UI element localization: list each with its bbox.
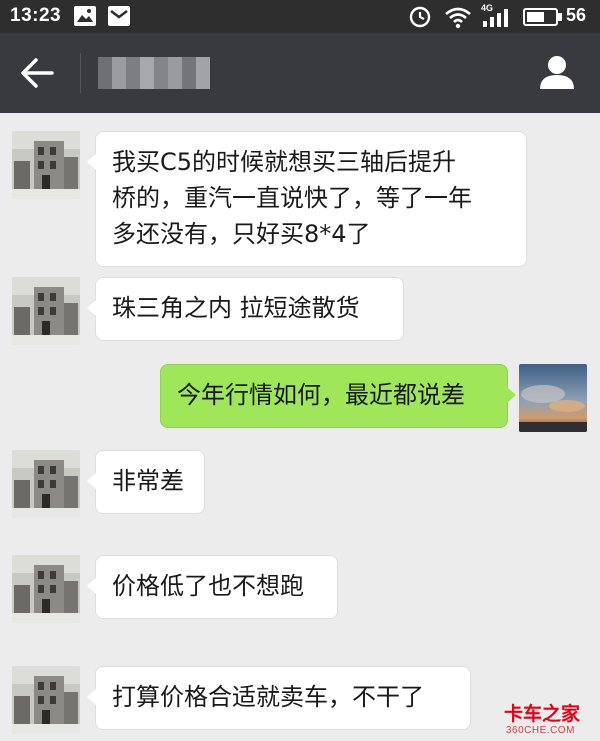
message-text-line: 珠三角之内 拉短途散货 [112, 294, 360, 322]
header-divider [80, 53, 81, 93]
wifi-icon [445, 7, 471, 29]
alarm-icon [409, 6, 431, 28]
message-text-line: 非常差 [112, 467, 184, 495]
message-text-line: 桥的，重汽一直说快了，等了一年 [112, 184, 472, 212]
chat-area: 我买C5的时候就想买三轴后提升 桥的，重汽一直说快了，等了一年 多还没有，只好买… [0, 113, 600, 741]
message-text-line: 价格低了也不想跑 [112, 572, 304, 600]
status-time: 13:23 [10, 5, 62, 26]
sunset-sky-avatar-image [519, 364, 587, 432]
mail-notification-icon [108, 6, 130, 26]
battery-icon [523, 8, 562, 26]
person-icon [540, 56, 574, 89]
image-notification-icon [74, 6, 96, 26]
watermark-logo-text: 卡车之家 [504, 703, 581, 725]
contact-avatar-image [12, 666, 80, 734]
message-text-line: 今年行情如何，最近都说差 [177, 381, 465, 409]
contact-avatar-image [12, 450, 80, 518]
incoming-message-bubble[interactable]: 珠三角之内 拉短途散货 [87, 277, 404, 341]
contact-name-blurred [98, 57, 210, 89]
back-button[interactable] [18, 55, 58, 91]
arrow-left-icon [21, 58, 54, 88]
signal-icon [483, 9, 508, 27]
watermark-site-text: 360CHE.COM [506, 725, 575, 736]
incoming-message-bubble[interactable]: 我买C5的时候就想买三轴后提升 桥的，重汽一直说快了，等了一年 多还没有，只好买… [87, 131, 527, 267]
site-watermark: 卡车之家 360CHE.COM [500, 699, 596, 739]
self-avatar[interactable] [519, 364, 587, 432]
battery-level: 56 [566, 5, 587, 25]
message-text-line: 多还没有，只好买8*4了 [112, 220, 371, 248]
outgoing-message-bubble[interactable]: 今年行情如何，最近都说差 [160, 364, 516, 428]
incoming-message-bubble[interactable]: 价格低了也不想跑 [87, 555, 338, 619]
avatar[interactable] [12, 666, 80, 734]
incoming-message-bubble[interactable]: 打算价格合适就卖车，不干了 [87, 666, 471, 730]
contact-avatar-image [12, 555, 80, 623]
message-text-line: 我买C5的时候就想买三轴后提升 [112, 148, 457, 176]
avatar[interactable] [12, 555, 80, 623]
incoming-message-bubble[interactable]: 非常差 [87, 450, 205, 514]
message-text-line: 打算价格合适就卖车，不干了 [112, 683, 424, 711]
avatar[interactable] [12, 131, 80, 199]
contact-avatar-image [12, 131, 80, 199]
avatar[interactable] [12, 450, 80, 518]
profile-button[interactable] [536, 53, 578, 93]
chat-header [0, 33, 600, 113]
avatar[interactable] [12, 277, 80, 345]
status-bar: 13:23 4G 56 [0, 0, 600, 33]
contact-avatar-image [12, 277, 80, 345]
